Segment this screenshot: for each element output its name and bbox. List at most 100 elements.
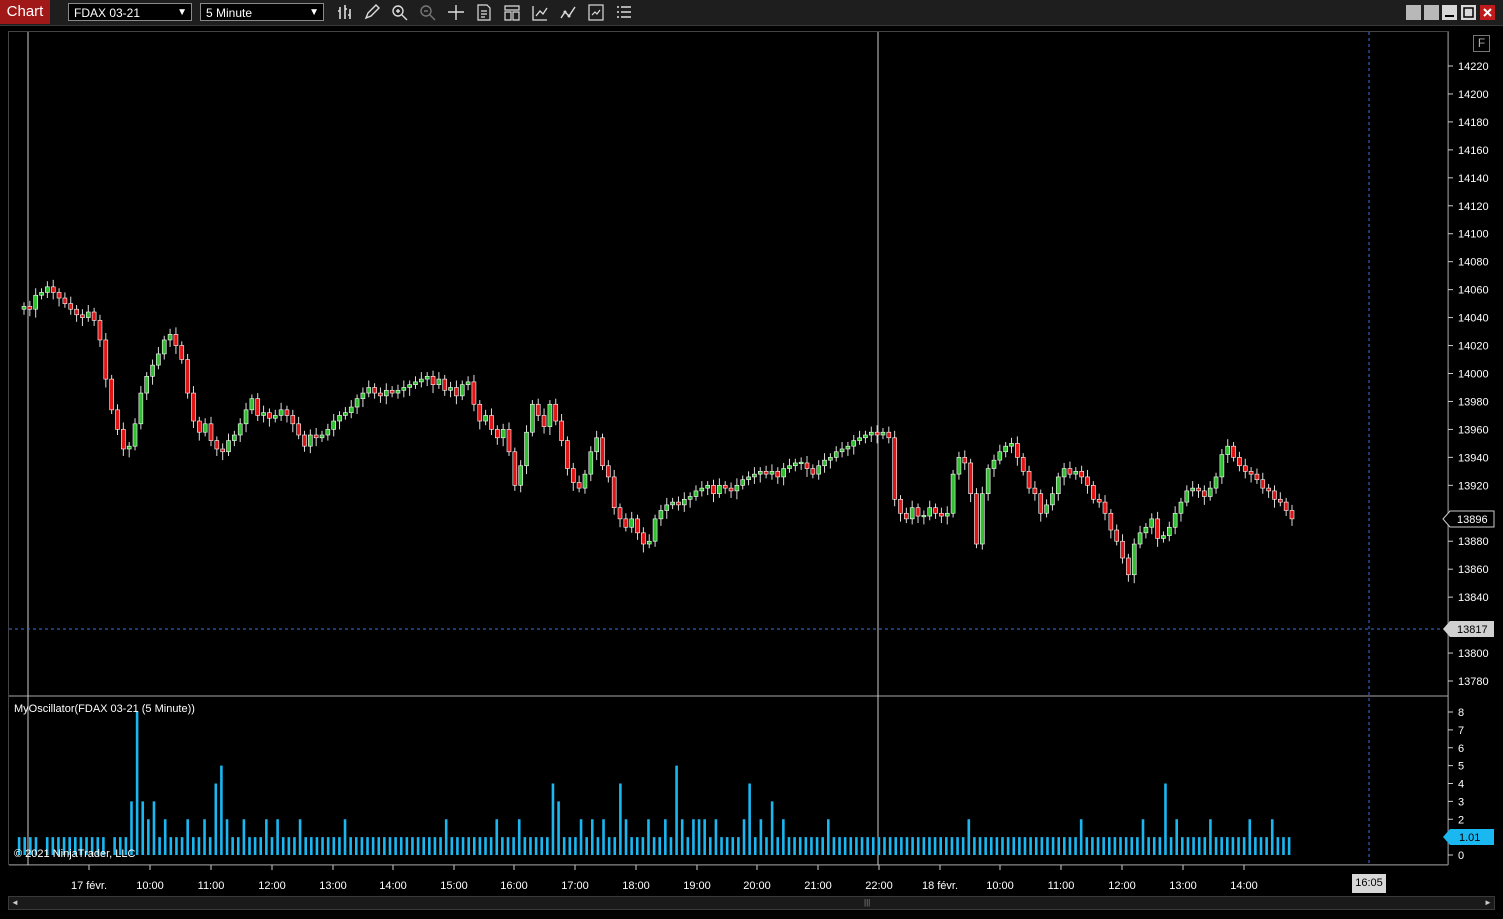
- oscillator-bar: [147, 819, 150, 855]
- time-tick-label: 12:00: [1108, 880, 1136, 892]
- oscillator-bar: [832, 837, 836, 855]
- oscillator-bar: [945, 837, 948, 855]
- oscillator-bar: [349, 837, 352, 855]
- oscillator-bar: [265, 819, 268, 855]
- oscillator-bar: [776, 837, 780, 855]
- oscillator-bar: [444, 819, 448, 855]
- oscillator-bar: [1079, 819, 1083, 855]
- candle-body: [138, 392, 144, 425]
- time-axis: 17 févr. 10:00 11:00 12:00 13:00 14:00 15:00 16…: [71, 865, 1258, 892]
- scroll-right-icon[interactable]: ►: [1482, 897, 1494, 909]
- oscillator-bar: [1181, 837, 1184, 855]
- oscillator-bar: [220, 765, 223, 855]
- oscillator-bar: [1085, 837, 1089, 855]
- candle-body: [167, 334, 173, 341]
- oscillator-bar: [894, 837, 898, 855]
- oscillator-bar: [1057, 837, 1061, 855]
- time-tick-label: 17:00: [561, 880, 589, 892]
- oscillator-bar: [163, 819, 167, 855]
- candle-body: [518, 465, 523, 486]
- oscillator-bar: [1237, 837, 1240, 855]
- last-price-marker: 13896: [1442, 510, 1495, 528]
- candle-body: [787, 465, 792, 469]
- oscillator-bar: [338, 837, 341, 855]
- oscillator-bar: [585, 837, 588, 855]
- price-tick-label: 14020: [1458, 341, 1489, 353]
- oscillator-bar: [635, 837, 639, 855]
- oscillator-bar: [737, 837, 740, 855]
- candle-body: [1213, 476, 1219, 489]
- oscillator-bar: [888, 837, 892, 855]
- oscillator-bar: [1231, 837, 1235, 855]
- oscillator-bar: [1169, 837, 1173, 855]
- candle-body: [1091, 485, 1096, 500]
- candle-body: [1067, 468, 1073, 475]
- candle-body: [348, 406, 354, 413]
- scroll-thumb-icon[interactable]: |||: [864, 898, 872, 908]
- candle-body: [985, 468, 991, 495]
- oscillator-bar: [377, 837, 381, 855]
- oscillator-tick-label: 0: [1458, 850, 1464, 862]
- candle-body: [687, 496, 693, 500]
- candle-body: [1020, 457, 1026, 472]
- f-button[interactable]: F: [1473, 35, 1490, 52]
- oscillator-bar: [753, 837, 757, 855]
- oscillator-bar: [1096, 837, 1100, 855]
- candle-body: [652, 518, 658, 542]
- candle-body: [641, 532, 646, 545]
- oscillator-tick-label: 6: [1458, 743, 1464, 755]
- candle-body: [950, 473, 956, 514]
- oscillator-tick-label: 7: [1458, 725, 1464, 737]
- candle-body: [1032, 487, 1038, 495]
- oscillator-bar: [1186, 837, 1190, 855]
- candle-body: [1196, 487, 1201, 492]
- candle-body: [810, 468, 816, 475]
- price-tick-label: 14160: [1458, 145, 1489, 157]
- candle-body: [1161, 535, 1166, 539]
- scroll-left-icon[interactable]: ◄: [9, 897, 21, 909]
- oscillator-bar: [675, 765, 678, 855]
- oscillator-bar: [1265, 837, 1268, 855]
- candle-body: [857, 437, 862, 441]
- oscillator-bar: [1254, 837, 1257, 855]
- oscillator-bar: [192, 837, 195, 855]
- oscillator-bar: [354, 837, 358, 855]
- oscillator-bar: [1248, 819, 1252, 855]
- candle-body: [600, 437, 605, 467]
- candle-body: [419, 378, 424, 383]
- oscillator-bar: [1068, 837, 1072, 855]
- candle-body: [1155, 518, 1160, 539]
- candle-body: [395, 389, 401, 394]
- oscillator-bar: [652, 837, 656, 855]
- horizontal-scrollbar[interactable]: ◄ ||| ►: [8, 896, 1495, 910]
- candle-body: [1225, 445, 1231, 455]
- candle-body: [909, 507, 915, 520]
- candle-body: [214, 440, 220, 450]
- price-tick-label: 14100: [1458, 229, 1489, 241]
- candle-body: [337, 415, 342, 422]
- oscillator-bar: [141, 801, 145, 855]
- candle-body: [477, 403, 483, 422]
- oscillator-bar: [478, 837, 482, 855]
- candle-body: [588, 451, 594, 475]
- oscillator-bar: [692, 819, 695, 855]
- time-tick-label: 22:00: [865, 880, 893, 892]
- time-tick-label: 16:00: [500, 880, 528, 892]
- oscillator-tick-label: 2: [1458, 814, 1464, 826]
- oscillator-bar: [624, 819, 628, 855]
- oscillator-bar: [843, 837, 847, 855]
- price-axis: 14220 14200 14180 14160 14140 14120 14100 14080…: [1448, 61, 1489, 688]
- oscillator-bar: [658, 837, 662, 855]
- candle-body: [757, 471, 763, 475]
- candle-body: [576, 482, 582, 489]
- candle-body: [454, 387, 459, 397]
- oscillator-bar: [433, 837, 437, 855]
- candle-body: [45, 286, 50, 293]
- oscillator-bar: [484, 837, 487, 855]
- candle-body: [249, 398, 255, 411]
- chart-canvas[interactable]: 14220 14200 14180 14160 14140 14120 14100 14080…: [0, 0, 1503, 919]
- candle-body: [383, 389, 389, 397]
- oscillator-bar: [1046, 837, 1049, 855]
- oscillator-bar: [197, 837, 201, 855]
- oscillator-bar: [827, 819, 830, 855]
